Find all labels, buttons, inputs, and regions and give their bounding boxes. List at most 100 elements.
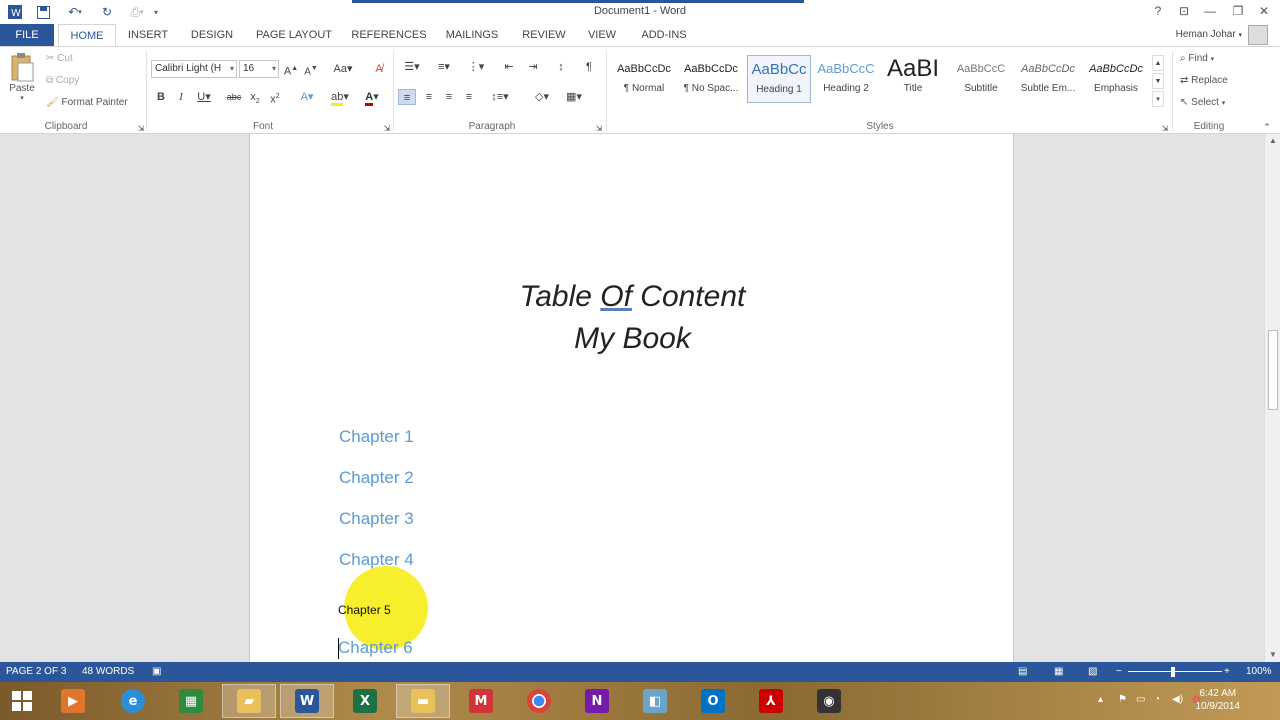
scroll-down-icon[interactable]: ▼ (1265, 648, 1280, 662)
print-preview-icon[interactable]: ⎙ ▾ (124, 3, 150, 21)
scroll-thumb[interactable] (1268, 330, 1278, 410)
line-spacing-icon[interactable]: ↕≡▾ (486, 89, 514, 105)
chapter-heading[interactable]: Chapter 2 (339, 468, 414, 488)
font-size-combo[interactable]: 16 ▾ (239, 60, 279, 78)
justify-icon[interactable]: ≡ (460, 89, 478, 105)
scroll-up-icon[interactable]: ▲ (1265, 134, 1280, 148)
zoom-slider-track[interactable] (1128, 671, 1222, 672)
system-clock[interactable]: 6:42 AM 10/9/2014 (1196, 687, 1241, 713)
align-center-icon[interactable]: ≡ (420, 89, 438, 105)
style-heading-2[interactable]: AaBbCcC Heading 2 (814, 55, 878, 103)
numbering-icon[interactable]: ≡▾ (430, 59, 458, 75)
italic-icon[interactable]: I (172, 89, 190, 105)
web-layout-icon[interactable]: ▧ (1088, 666, 1097, 677)
styles-scroll-down-icon[interactable]: ▼ (1152, 73, 1164, 89)
restore-button[interactable]: ❐ (1226, 2, 1250, 20)
highlight-color-icon[interactable]: ab▾ (326, 89, 354, 106)
shrink-font-icon[interactable]: A▼ (302, 61, 320, 77)
style-heading-1[interactable]: AaBbCc Heading 1 (747, 55, 811, 103)
tab-insert[interactable]: INSERT (124, 24, 172, 46)
avatar[interactable] (1248, 25, 1268, 45)
read-mode-icon[interactable]: ▤ (1018, 666, 1027, 677)
taskbar-internet-explorer[interactable]: e (106, 684, 160, 718)
show-formatting-icon[interactable]: ¶ (580, 59, 598, 75)
zoom-in-icon[interactable]: + (1224, 666, 1230, 677)
close-button[interactable]: ✕ (1252, 2, 1276, 20)
subscript-icon[interactable]: x2 (246, 89, 264, 105)
minimize-button[interactable]: — (1198, 2, 1222, 20)
increase-indent-icon[interactable]: ⇥ (524, 59, 542, 75)
borders-icon[interactable]: ▦▾ (560, 89, 588, 105)
chapter-heading[interactable]: Chapter 1 (339, 427, 414, 447)
font-name-combo[interactable]: Calibri Light (H ▾ (151, 60, 237, 78)
chapter-plain-text[interactable]: Chapter 5 (338, 603, 391, 617)
tab-references[interactable]: REFERENCES (350, 24, 428, 46)
sort-icon[interactable]: ↕ (552, 59, 570, 75)
page-count[interactable]: PAGE 2 OF 3 (6, 666, 66, 677)
tab-design[interactable]: DESIGN (186, 24, 238, 46)
taskbar-chrome[interactable] (512, 684, 566, 718)
multilevel-list-icon[interactable]: ⋮▾ (462, 59, 490, 75)
cut-button[interactable]: ✂ Cut (46, 53, 73, 64)
align-left-icon[interactable]: ≡ (398, 89, 416, 105)
tray-flag-icon[interactable]: ⚑ (1118, 694, 1127, 705)
windows-start-button[interactable] (0, 684, 44, 718)
redo-icon[interactable]: ↻ (98, 3, 116, 21)
word-app-icon[interactable]: W (6, 3, 24, 21)
taskbar-camera-app[interactable]: ◉ (802, 684, 856, 718)
style-emphasis[interactable]: AaBbCcDc Emphasis (1084, 55, 1148, 103)
taskbar-app-m[interactable]: M (454, 684, 508, 718)
collapse-ribbon-icon[interactable]: ⌃ (1258, 119, 1276, 135)
zoom-slider-thumb[interactable] (1171, 667, 1175, 677)
customize-qat-icon[interactable]: ▾ (150, 3, 162, 21)
style-subtitle[interactable]: AaBbCcC Subtitle (949, 55, 1013, 103)
save-icon[interactable] (34, 3, 52, 21)
decrease-indent-icon[interactable]: ⇤ (500, 59, 518, 75)
clear-formatting-icon[interactable]: A̸ (370, 61, 388, 77)
taskbar-file-explorer[interactable]: ▰ (222, 684, 276, 718)
taskbar-excel[interactable]: X (338, 684, 392, 718)
tray-volume-icon[interactable]: ◀) (1172, 694, 1183, 705)
format-painter-button[interactable]: 🖌 Format Painter (46, 97, 128, 108)
change-case-icon[interactable]: Aa▾ (330, 61, 356, 77)
tab-review[interactable]: REVIEW (518, 24, 570, 46)
strikethrough-icon[interactable]: abc (224, 89, 244, 105)
tab-view[interactable]: VIEW (582, 24, 622, 46)
copy-button[interactable]: ⧉ Copy (46, 75, 79, 86)
styles-more-icon[interactable]: ▾ (1152, 91, 1164, 107)
style-no-spacing[interactable]: AaBbCcDc ¶ No Spac... (679, 55, 743, 103)
taskbar-folder[interactable]: ▬ (396, 684, 450, 718)
align-right-icon[interactable]: ≡ (440, 89, 458, 105)
zoom-out-icon[interactable]: − (1116, 666, 1122, 677)
styles-scroll-up-icon[interactable]: ▲ (1152, 55, 1164, 71)
chapter-heading[interactable]: Chapter 6 (338, 638, 413, 658)
toc-title[interactable]: Table Of Content (250, 280, 1015, 314)
select-button[interactable]: ↖ Select ▾ (1180, 97, 1225, 108)
taskbar-onenote[interactable]: N (570, 684, 624, 718)
ribbon-display-button[interactable]: ⊡ (1172, 2, 1196, 20)
tab-home[interactable]: HOME (58, 24, 116, 46)
proofing-icon[interactable]: ▣ (152, 666, 161, 677)
shading-icon[interactable]: ◇▾ (528, 89, 556, 105)
zoom-level[interactable]: 100% (1246, 666, 1272, 677)
style-subtle-emphasis[interactable]: AaBbCcDc Subtle Em... (1016, 55, 1080, 103)
taskbar-app-generic[interactable]: ◧ (628, 684, 682, 718)
find-button[interactable]: ⌕ Find ▾ (1180, 53, 1214, 64)
style-normal[interactable]: AaBbCcDc ¶ Normal (612, 55, 676, 103)
underline-icon[interactable]: U▾ (192, 89, 216, 105)
undo-icon[interactable]: ↶ ▾ (62, 3, 88, 21)
taskbar-outlook[interactable]: O (686, 684, 740, 718)
tab-add-ins[interactable]: ADD-INS (636, 24, 692, 46)
style-title[interactable]: AaBI Title (881, 55, 945, 103)
word-count[interactable]: 48 WORDS (82, 666, 134, 677)
tray-wifi-icon[interactable]: ◔ (1154, 694, 1160, 705)
help-button[interactable]: ? (1146, 2, 1170, 20)
taskbar-acrobat[interactable]: ⅄ (744, 684, 798, 718)
taskbar-excel-green[interactable]: ▦ (164, 684, 218, 718)
grow-font-icon[interactable]: A▲ (282, 61, 300, 78)
tray-network-icon[interactable]: ▭ (1136, 694, 1145, 705)
text-effects-icon[interactable]: A▾ (294, 89, 320, 105)
print-layout-icon[interactable]: ▦ (1054, 666, 1063, 677)
tray-expand-icon[interactable]: ▴ (1098, 694, 1103, 705)
taskbar-word[interactable]: W (280, 684, 334, 718)
